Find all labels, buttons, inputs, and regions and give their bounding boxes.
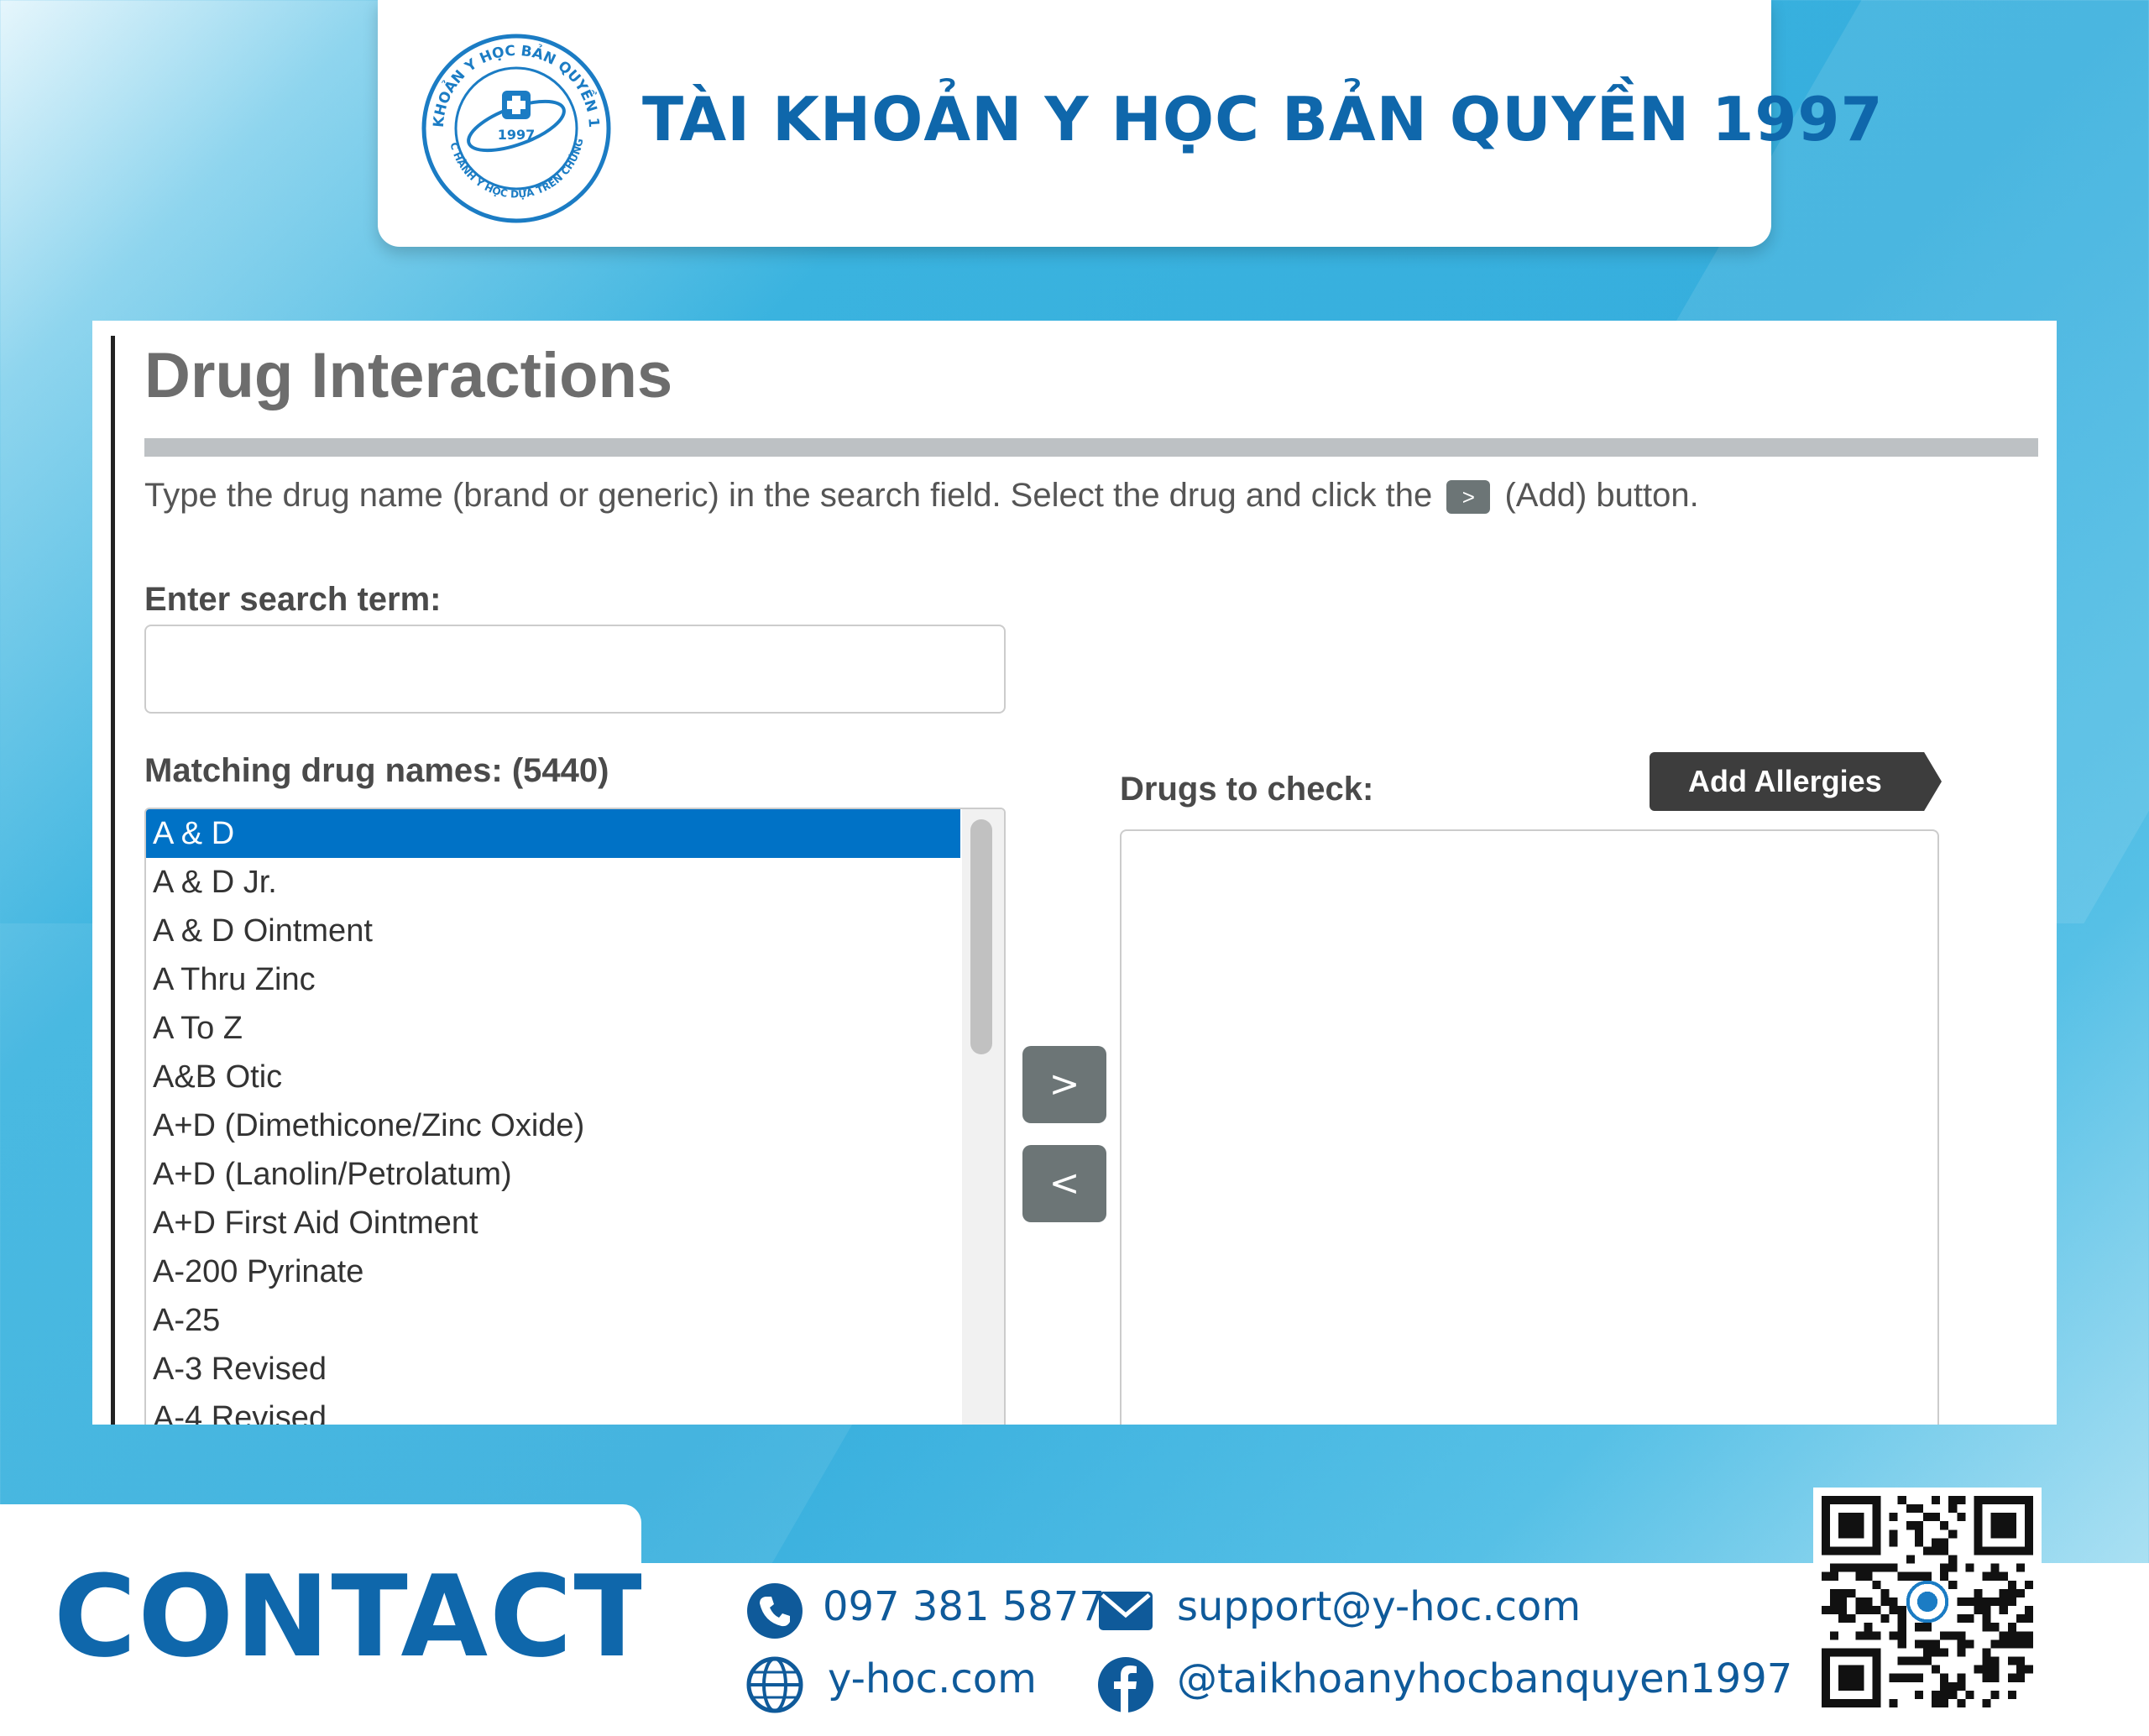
contact-email[interactable]: support@y-hoc.com [1177,1583,1581,1630]
instructions: Type the drug name (brand or generic) in… [144,477,1699,515]
contact-website[interactable]: y-hoc.com [828,1655,1037,1702]
add-allergies-button[interactable]: Add Allergies [1650,752,1942,811]
svg-text:1997: 1997 [498,127,536,143]
brand-logo: TÀI KHOẢN Y HỌC BẢN QUYỀN 1997 THỰC HÀNH… [420,32,611,223]
facebook-icon [1098,1657,1153,1712]
remove-drug-button[interactable]: < [1022,1145,1106,1222]
title-divider [144,438,2038,457]
list-item[interactable]: A Thru Zinc [146,955,960,1004]
drugs-to-check-list[interactable] [1120,829,1939,1425]
qr-code-image [1822,1496,2033,1707]
search-label: Enter search term: [144,581,442,618]
list-item[interactable]: A+D (Lanolin/Petrolatum) [146,1150,960,1199]
phone-icon [747,1583,803,1639]
list-item[interactable]: A & D Jr. [146,858,960,907]
page-title: Drug Interactions [144,340,673,411]
list-scrollbar[interactable] [962,809,1004,1425]
contact-facebook[interactable]: @taikhoanyhocbanquyen1997 [1177,1655,1792,1702]
list-item[interactable]: A&B Otic [146,1053,960,1101]
left-border [111,336,115,1425]
instruction-text: Type the drug name (brand or generic) in… [144,477,1433,514]
matching-label: Matching drug names: (5440) [144,752,609,789]
drugs-to-check-label: Drugs to check: [1120,771,1374,808]
drug-interactions-screenshot: Drug Interactions Type the drug name (br… [92,321,2057,1425]
list-item[interactable]: A-200 Pyrinate [146,1247,960,1296]
scrollbar-thumb[interactable] [970,819,992,1054]
contact-title: CONTACT [54,1551,652,1682]
list-item[interactable]: A+D (Dimethicone/Zinc Oxide) [146,1101,960,1150]
matching-drug-list[interactable]: A & D A & D Jr. A & D Ointment A Thru Zi… [144,808,1006,1425]
mail-icon [1099,1592,1153,1630]
add-drug-button[interactable]: > [1022,1046,1106,1123]
contact-phone[interactable]: 097 381 5877 [823,1583,1105,1630]
instruction-text: (Add) button. [1504,477,1699,514]
qr-code[interactable] [1813,1488,2042,1716]
list-item[interactable]: A-4 Revised [146,1394,960,1425]
list-item[interactable]: A & D Ointment [146,907,960,955]
globe-icon [746,1656,803,1713]
search-input[interactable] [144,625,1006,714]
list-item[interactable]: A To Z [146,1004,960,1053]
list-item[interactable]: A-25 [146,1296,960,1345]
list-item[interactable]: A & D [146,809,960,858]
inline-add-button: > [1446,480,1491,515]
list-item[interactable]: A-3 Revised [146,1345,960,1394]
brand-title: TÀI KHOẢN Y HỌC BẢN QUYỀN 1997 [642,84,1884,154]
list-item[interactable]: A+D First Aid Ointment [146,1199,960,1247]
